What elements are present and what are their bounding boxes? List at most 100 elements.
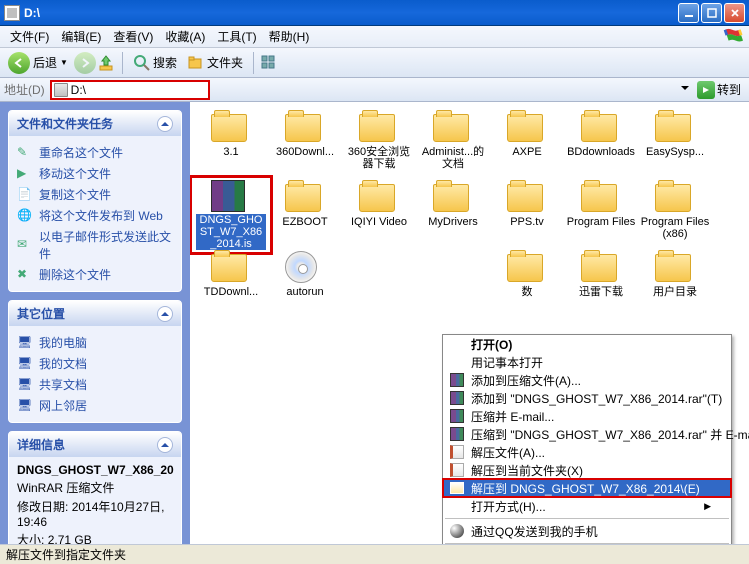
details-title: 详细信息 xyxy=(17,436,65,453)
context-menu-item[interactable]: 用记事本打开 xyxy=(443,353,731,371)
menubar: 文件(F) 编辑(E) 查看(V) 收藏(A) 工具(T) 帮助(H) xyxy=(0,26,749,48)
folder-item[interactable]: Administ...的文档 xyxy=(416,110,490,180)
folder-icon xyxy=(581,250,621,284)
folders-icon xyxy=(187,54,205,72)
folder-item[interactable]: EZBOOT xyxy=(268,180,342,250)
other-title: 其它位置 xyxy=(17,305,65,322)
place-item[interactable]: 🖥共享文档 xyxy=(17,374,173,395)
rar-icon xyxy=(211,180,251,212)
place-item[interactable]: 🖥我的电脑 xyxy=(17,332,173,353)
context-menu-item[interactable]: 添加到 "DNGS_GHOST_W7_X86_2014.rar"(T) xyxy=(443,389,731,407)
extract-icon xyxy=(450,445,464,459)
up-button[interactable] xyxy=(98,54,116,72)
menu-favorites[interactable]: 收藏(A) xyxy=(159,26,211,47)
collapse-icon[interactable] xyxy=(157,306,173,322)
folder-icon xyxy=(359,110,399,144)
folder-icon xyxy=(655,180,695,214)
context-menu-item[interactable]: 添加到压缩文件(A)... xyxy=(443,371,731,389)
task-item[interactable]: ✖删除这个文件 xyxy=(17,264,173,285)
search-icon xyxy=(133,54,151,72)
folder-item[interactable]: 360Downl... xyxy=(268,110,342,180)
toolbar: 后退 ▼ 搜索 文件夹 xyxy=(0,48,749,78)
folder-item[interactable]: Program Files xyxy=(564,180,638,250)
menu-help[interactable]: 帮助(H) xyxy=(263,26,316,47)
folder-icon xyxy=(581,110,621,144)
menu-file[interactable]: 文件(F) xyxy=(4,26,55,47)
qq-icon xyxy=(450,524,464,538)
context-menu-item[interactable]: 通过QQ发送到我的手机 xyxy=(443,522,731,540)
search-button[interactable]: 搜索 xyxy=(129,53,181,73)
collapse-icon[interactable] xyxy=(157,437,173,453)
back-label: 后退 xyxy=(33,54,57,71)
folder-icon xyxy=(285,180,325,214)
task-item[interactable]: 🌐将这个文件发布到 Web xyxy=(17,205,173,226)
sidebar: 文件和文件夹任务 ✎重命名这个文件▶移动这个文件📄复制这个文件🌐将这个文件发布到… xyxy=(0,102,190,544)
folder-icon xyxy=(211,250,251,284)
place-icon: 🖥 xyxy=(17,377,33,393)
task-item[interactable]: ▶移动这个文件 xyxy=(17,163,173,184)
folder-item[interactable]: MyDrivers xyxy=(416,180,490,250)
context-menu-item[interactable]: 打开(O) xyxy=(443,335,731,353)
folder-item[interactable]: BDdownloads xyxy=(564,110,638,180)
back-button[interactable]: 后退 ▼ xyxy=(4,51,72,75)
task-item[interactable]: ✉以电子邮件形式发送此文件 xyxy=(17,226,173,264)
place-icon: 🖥 xyxy=(17,398,33,414)
place-item[interactable]: 🖥网上邻居 xyxy=(17,395,173,416)
task-item[interactable]: ✎重命名这个文件 xyxy=(17,142,173,163)
context-menu-item[interactable]: 打开方式(H)...▶ xyxy=(443,497,731,515)
address-value: D:\ xyxy=(71,83,86,97)
go-button[interactable]: 转到 xyxy=(693,80,745,100)
views-button[interactable] xyxy=(260,54,278,72)
folder-item[interactable]: 3.1 xyxy=(194,110,268,180)
folder-icon xyxy=(581,180,621,214)
address-field[interactable]: D:\ xyxy=(51,81,209,99)
folder-item[interactable]: 数 xyxy=(490,250,564,320)
folder-item[interactable]: AXPE xyxy=(490,110,564,180)
file-pane[interactable]: 3.1360Downl...360安全浏览器下载Administ...的文档AX… xyxy=(190,102,749,544)
task-icon: ✎ xyxy=(17,145,33,161)
collapse-icon[interactable] xyxy=(157,116,173,132)
maximize-button[interactable] xyxy=(701,3,722,23)
context-menu-item[interactable]: 解压到当前文件夹(X) xyxy=(443,461,731,479)
window-title: D:\ xyxy=(24,6,678,20)
task-item[interactable]: 📄复制这个文件 xyxy=(17,184,173,205)
file-item[interactable]: DNGS_GHOST_W7_X86_2014.is xyxy=(194,180,268,250)
rar-icon xyxy=(450,427,464,441)
rar-icon xyxy=(450,373,464,387)
extract-icon xyxy=(450,463,464,477)
extract-icon xyxy=(450,482,464,494)
menu-tools[interactable]: 工具(T) xyxy=(211,26,262,47)
windows-flag-icon xyxy=(723,28,745,46)
folder-icon xyxy=(433,110,473,144)
folders-button[interactable]: 文件夹 xyxy=(183,53,247,73)
other-places-panel: 其它位置 🖥我的电脑🖥我的文档🖥共享文档🖥网上邻居 xyxy=(8,300,182,423)
folder-item[interactable]: 用户目录 xyxy=(638,250,712,320)
address-label: 地址(D) xyxy=(4,81,45,98)
context-menu-item[interactable]: 解压文件(A)... xyxy=(443,443,731,461)
drive-icon xyxy=(54,83,68,97)
folder-item[interactable]: Program Files (x86) xyxy=(638,180,712,250)
context-menu-item[interactable]: 压缩并 E-mail... xyxy=(443,407,731,425)
folder-item[interactable]: 360安全浏览器下载 xyxy=(342,110,416,180)
context-menu-item[interactable]: 解压到 DNGS_GHOST_W7_X86_2014\(E) xyxy=(443,479,731,497)
close-button[interactable] xyxy=(724,3,745,23)
context-menu-item[interactable]: 压缩到 "DNGS_GHOST_W7_X86_2014.rar" 并 E-mai… xyxy=(443,425,731,443)
menu-view[interactable]: 查看(V) xyxy=(107,26,159,47)
drive-icon xyxy=(4,5,20,21)
folder-item[interactable]: PPS.tv xyxy=(490,180,564,250)
folder-item[interactable]: 迅雷下载 xyxy=(564,250,638,320)
folder-item[interactable]: TDDownl... xyxy=(194,250,268,320)
address-dropdown[interactable] xyxy=(681,82,689,97)
place-icon: 🖥 xyxy=(17,356,33,372)
place-item[interactable]: 🖥我的文档 xyxy=(17,353,173,374)
menu-edit[interactable]: 编辑(E) xyxy=(55,26,107,47)
titlebar: D:\ xyxy=(0,0,749,26)
folder-item[interactable]: EasySysp... xyxy=(638,110,712,180)
file-item[interactable]: autorun xyxy=(268,250,342,320)
folder-icon xyxy=(211,110,251,144)
minimize-button[interactable] xyxy=(678,3,699,23)
forward-button[interactable] xyxy=(74,52,96,74)
folder-icon xyxy=(507,180,547,214)
folder-item[interactable]: IQIYI Video xyxy=(342,180,416,250)
place-icon: 🖥 xyxy=(17,335,33,351)
